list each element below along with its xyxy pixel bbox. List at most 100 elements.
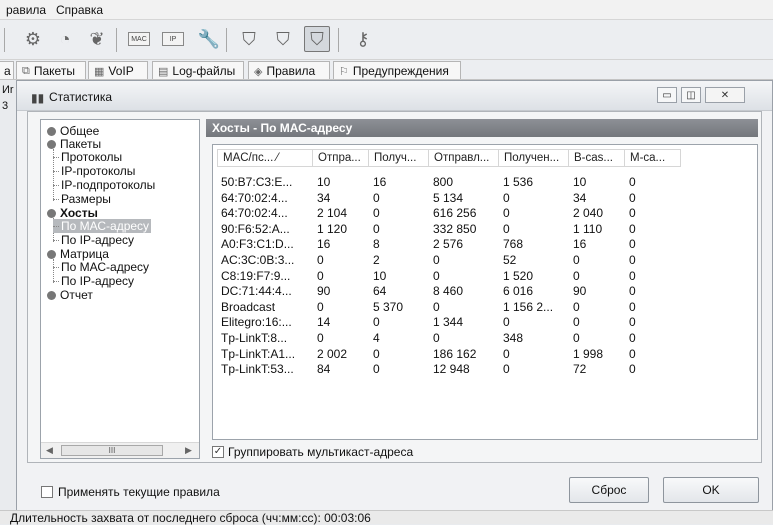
tree-item-hosts-by-mac[interactable]: По МАС-адресу: [53, 219, 152, 233]
toolbar-separator: [116, 28, 117, 52]
tab-label: Предупреждения: [352, 64, 449, 78]
capture-icon[interactable]: ◔: [52, 26, 78, 52]
ok-button[interactable]: OK: [663, 477, 759, 503]
node-icon: [47, 249, 56, 259]
scroll-right-icon[interactable]: ▶: [185, 445, 192, 456]
menu-bar: равила Справка: [0, 0, 773, 20]
tree-item-sizes[interactable]: Размеры: [53, 192, 111, 206]
minimize-button[interactable]: ▭: [657, 87, 677, 103]
column-header-sent-bytes[interactable]: Отправл...: [429, 149, 499, 167]
ip-icon[interactable]: IP: [160, 26, 186, 52]
cell-received-packets: 0: [373, 346, 380, 361]
column-header-received-bytes[interactable]: Получен...: [499, 149, 569, 167]
node-icon: [47, 139, 56, 149]
cell-sent-bytes: 0: [433, 268, 440, 283]
cell-sent-bytes: 8 460: [433, 284, 464, 299]
toolbar-separator: [226, 28, 227, 52]
column-header-broadcast[interactable]: B-cas...: [569, 149, 625, 167]
tab-rules[interactable]: ◈ Правила: [248, 61, 330, 79]
tree-item-packets[interactable]: Пакеты: [47, 137, 101, 151]
cell-sent-bytes: 0: [433, 299, 440, 314]
edge-label: Иr: [2, 84, 14, 96]
column-header-multicast[interactable]: M-ca...: [625, 149, 681, 167]
cell-broadcast: 90: [573, 284, 587, 299]
cell-received-bytes: 6 016: [503, 284, 534, 299]
node-icon: [47, 208, 56, 218]
tab-packets[interactable]: ⧉ Пакеты: [16, 61, 86, 79]
dialog-title: Статистика: [49, 90, 113, 104]
checkbox-label: Группировать мультикаст-адреса: [228, 445, 414, 459]
tree-item-matrix-by-ip[interactable]: По IP-адресу: [53, 274, 134, 288]
menu-item-help[interactable]: Справка: [56, 3, 103, 17]
tab-voip[interactable]: ▦ VoIP: [88, 61, 148, 79]
reset-button[interactable]: Сброс: [569, 477, 649, 503]
tree-item-protocols[interactable]: Протоколы: [53, 150, 122, 164]
mac-filter-icon[interactable]: ⛉: [270, 26, 296, 52]
cell-received-bytes: 0: [503, 315, 510, 330]
cell-broadcast: 10: [573, 175, 587, 189]
cell-multicast: 0: [629, 175, 636, 189]
cell-sent-bytes: 332 850: [433, 221, 477, 236]
filter-icon[interactable]: ⛉: [236, 26, 262, 52]
restore-button[interactable]: ◫: [681, 87, 701, 103]
cell-sent-bytes: 5 134: [433, 190, 464, 205]
cell-received-packets: 16: [373, 175, 387, 189]
tree-horizontal-scrollbar[interactable]: ◀ III ▶: [41, 442, 199, 458]
tree-label: Общее: [60, 124, 100, 138]
tree-label: Отчет: [60, 288, 93, 302]
checkbox-checked-icon[interactable]: ✓: [212, 446, 224, 458]
tools-icon[interactable]: 🔧: [196, 26, 222, 52]
mac-icon[interactable]: MAC: [126, 26, 152, 52]
cell-mac: DC:71:44:4...: [221, 284, 292, 299]
apply-rules-checkbox[interactable]: Применять текущие правила: [41, 485, 220, 499]
cell-received-bytes: 0: [503, 206, 510, 221]
cell-received-bytes: 0: [503, 221, 510, 236]
cell-received-packets: 8: [373, 237, 380, 252]
group-multicast-checkbox[interactable]: ✓ Группировать мультикаст-адреса: [212, 445, 413, 459]
close-button[interactable]: ✕: [705, 87, 745, 103]
tree-item-matrix-by-mac[interactable]: По МАС-адресу: [53, 260, 149, 274]
cell-received-bytes: 1 536: [503, 175, 534, 189]
network-adapter-icon[interactable]: ⚙: [20, 26, 46, 52]
scroll-thumb[interactable]: III: [61, 445, 163, 456]
checkbox-unchecked-icon[interactable]: [41, 486, 53, 498]
node-icon: [47, 126, 56, 136]
column-header-sent-packets[interactable]: Отпра...: [313, 149, 369, 167]
cell-mac: 64:70:02:4...: [221, 206, 288, 221]
cell-received-bytes: 768: [503, 237, 524, 252]
cell-sent-bytes: 186 162: [433, 346, 477, 361]
tab-label: а: [4, 64, 11, 78]
tree-item-hosts[interactable]: Хосты: [47, 206, 98, 220]
tree-label: Матрица: [60, 247, 109, 261]
tree-item-matrix[interactable]: Матрица: [47, 247, 109, 261]
scroll-left-icon[interactable]: ◀: [46, 445, 53, 456]
plugin-icon[interactable]: ❦: [84, 26, 110, 52]
cell-broadcast: 0: [573, 299, 580, 314]
cell-multicast: 0: [629, 206, 636, 221]
column-header-received-packets[interactable]: Получ...: [369, 149, 429, 167]
cell-multicast: 0: [629, 190, 636, 205]
tree-item-ip-subprotocols[interactable]: IP-подпротоколы: [53, 178, 155, 192]
menu-item-rules[interactable]: равила: [6, 3, 46, 17]
tree-item-general[interactable]: Общее: [47, 124, 99, 138]
toolbar-separator: [338, 28, 339, 52]
tree-item-ip-protocols[interactable]: IP-протоколы: [53, 164, 135, 178]
tab-partial[interactable]: а: [0, 61, 14, 79]
dialog-titlebar[interactable]: ▮▮ Статистика ▭ ◫ ✕: [17, 81, 772, 111]
column-header-mac[interactable]: MAC/пс... ⁄: [217, 149, 313, 167]
key-icon[interactable]: ⚷: [350, 26, 376, 52]
tree-label: Пакеты: [60, 137, 102, 151]
cell-received-bytes: 1 520: [503, 268, 534, 283]
cell-multicast: 0: [629, 315, 636, 330]
cell-mac: AC:3C:0B:3...: [221, 253, 295, 267]
cell-multicast: 0: [629, 221, 636, 236]
status-text: Длительность захвата от последнего сброс…: [10, 511, 371, 525]
cell-sent-packets: 0: [317, 331, 324, 345]
tree-item-report[interactable]: Отчет: [47, 288, 93, 302]
tab-alerts[interactable]: ⚐ Предупреждения: [333, 61, 461, 79]
cell-received-packets: 2: [373, 253, 380, 267]
cell-sent-bytes: 0: [433, 253, 440, 267]
active-filter-icon[interactable]: ⛉: [304, 26, 330, 52]
tree-item-hosts-by-ip[interactable]: По IP-адресу: [53, 233, 134, 247]
tab-log-files[interactable]: ▤ Log-файлы: [152, 61, 244, 79]
